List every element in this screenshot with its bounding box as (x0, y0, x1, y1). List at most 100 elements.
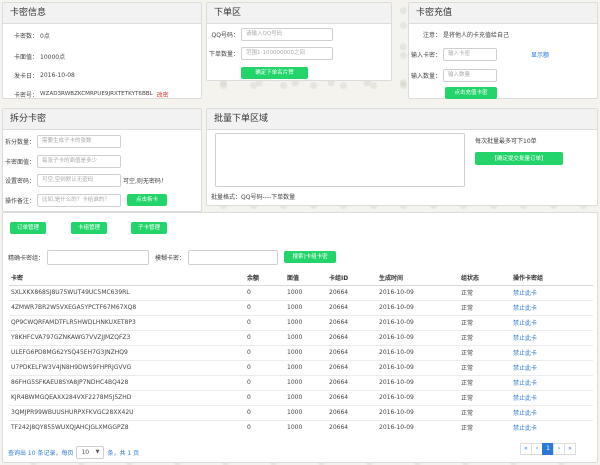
table-row: KJR4BWMGQEAXX284VXF2278M5J5ZHD 0 1000 20664… (9, 389, 593, 405)
cell-value: 1000 (285, 344, 327, 360)
cell-status: 正常 (459, 419, 511, 435)
cell-card-key: KJR4BWMGQEAXX284VXF2278M5J5ZHD (9, 389, 245, 405)
search-button[interactable]: 搜索]卡组卡密 (284, 251, 337, 263)
card-info-panel: 卡密信息 卡密数： 0点 卡面值： 10000点 发卡日： 2016-10-08… (2, 2, 202, 99)
cell-action[interactable]: 禁止此卡 (511, 344, 593, 360)
recharge-card-input[interactable] (443, 47, 497, 61)
cell-balance: 0 (245, 329, 285, 345)
cell-action[interactable]: 禁止此卡 (511, 359, 593, 375)
tab-order-manage[interactable]: 订单管理 (10, 222, 46, 234)
issue-date-value: 2016-10-08 (40, 71, 75, 79)
cell-group-id: 20664 (327, 374, 377, 390)
cell-card-key: ULEFG6PD8MG62YSQ45EH7G3JNZHQ9 (9, 344, 245, 360)
record-summary-suffix: 条，共 1 页 (107, 449, 140, 457)
recharge-title: 卡密充值 (409, 3, 597, 24)
change-password-link[interactable]: 改密 (157, 90, 169, 99)
table-row: 86FHG5SFKAEU8SYA8JP7NDHC4BQ428 0 1000 20664… (9, 374, 593, 390)
cell-action[interactable]: 禁止此卡 (511, 419, 593, 435)
cell-value: 1000 (285, 419, 327, 435)
recharge-panel: 卡密充值 注意： 是将他人的卡充值给自己 输入卡密： 显示额 输入数量： 点击充… (408, 2, 598, 99)
chevron-down-icon: ▼ (95, 449, 100, 455)
batch-order-textarea[interactable] (215, 133, 465, 187)
cell-value: 1000 (285, 389, 327, 405)
issue-date-label: 发卡日： (13, 72, 38, 80)
cell-action[interactable]: 禁止此卡 (511, 299, 593, 315)
cell-card-key: 3QMJPR99WBUUSHURPXFKVGC28XX42U (9, 404, 245, 420)
cell-status: 正常 (459, 284, 511, 300)
cell-group-id: 20664 (327, 389, 377, 405)
order-qty-input[interactable] (241, 46, 333, 60)
cell-status: 正常 (459, 374, 511, 390)
cell-action[interactable]: 禁止此卡 (511, 404, 593, 420)
cell-status: 正常 (459, 344, 511, 360)
cell-created: 2016-10-09 (377, 344, 459, 360)
split-count-input[interactable] (37, 134, 121, 148)
batch-panel: 批量下单区域 每次批量最多可下10单 【确定提交批量订单】 批量格式：QQ号码-… (206, 108, 598, 206)
cell-created: 2016-10-09 (377, 389, 459, 405)
cell-group-id: 20664 (327, 359, 377, 375)
table-row: U7PDKELFW3V4JN8H9DWS9FHPRJGVVG 0 1000 20664… (9, 359, 593, 375)
cell-group-id: 20664 (327, 314, 377, 330)
note-value: 是将他人的卡充值给自己 (443, 31, 510, 39)
table-row: QP9CWQRFAMDTFLR5HWDLHNKUXET8P3 0 1000 20664… (9, 314, 593, 330)
recharge-qty-label: 输入数量： (410, 72, 441, 80)
cell-action[interactable]: 禁止此卡 (511, 389, 593, 405)
cell-card-key: 4ZMWR7BR2W5VXEGA5YPCTF67M67XQ8 (9, 299, 245, 315)
cell-action[interactable]: 禁止此卡 (511, 314, 593, 330)
submit-order-button[interactable]: 确定下单名片赞 (241, 67, 308, 79)
table-row: Y8KHFCVA797GZNKAWG7VVZJJMZQFZ3 0 1000 20664… (9, 329, 593, 345)
show-balance-link[interactable]: 显示额 (531, 50, 549, 59)
card-face-label: 卡面值： (13, 53, 38, 61)
table-header-row: 卡密 余额 面值 卡组ID 生成时间 组状态 操作卡密组 (9, 270, 593, 286)
cell-balance: 0 (245, 299, 285, 315)
cell-card-key: 86FHG5SFKAEU8SYA8JP7NDHC4BQ428 (9, 374, 245, 390)
card-face-value: 10000点 (40, 53, 66, 61)
split-panel: 拆分卡密 拆分数量： 卡密面值： 设置密码： 可空,则无密码！ 操作备注： 点击… (2, 108, 202, 212)
table-row: TF242J8QY855WUXQJAHCJGLXMGGPZ8 0 1000 20664… (9, 419, 593, 435)
split-password-input[interactable] (37, 173, 121, 187)
cell-group-id: 20664 (327, 284, 377, 300)
cell-action[interactable]: 禁止此卡 (511, 329, 593, 345)
cell-balance: 0 (245, 404, 285, 420)
page-size-select[interactable]: 10 ▼ (76, 445, 105, 459)
management-panel: 订单管理 卡组管理 子卡管理 精确卡密组： 模糊卡密： 搜索]卡组卡密 卡密 余… (2, 212, 598, 463)
exact-search-input[interactable] (47, 249, 150, 265)
cell-balance: 0 (245, 374, 285, 390)
tab-group-manage[interactable]: 卡组管理 (71, 222, 107, 234)
cell-group-id: 20664 (327, 344, 377, 360)
tab-subcard-manage[interactable]: 子卡管理 (131, 222, 167, 234)
split-submit-button[interactable]: 点击拆卡 (127, 194, 167, 206)
cell-created: 2016-10-09 (377, 284, 459, 300)
batch-format: 批量格式：QQ号码----下单数量 (211, 194, 296, 201)
record-summary-prefix: 查询出 10 条记录，每页 (8, 449, 74, 457)
col-header-action: 操作卡密组 (511, 270, 593, 286)
qq-input[interactable] (241, 27, 333, 41)
exact-search-label: 精确卡密组： (8, 254, 45, 262)
col-header-card: 卡密 (9, 270, 245, 286)
cell-action[interactable]: 禁止此卡 (511, 284, 593, 300)
cell-balance: 0 (245, 344, 285, 360)
cell-balance: 0 (245, 359, 285, 375)
card-info-title: 卡密信息 (3, 3, 201, 24)
cell-status: 正常 (459, 359, 511, 375)
split-remark-input[interactable] (37, 193, 121, 207)
recharge-qty-input[interactable] (443, 68, 497, 82)
qq-label: QQ号码： (211, 31, 239, 39)
cell-group-id: 20664 (327, 299, 377, 315)
recharge-submit-button[interactable]: 点击充值卡密 (445, 87, 497, 99)
split-value-input[interactable] (37, 154, 121, 168)
cell-action[interactable]: 禁止此卡 (511, 374, 593, 390)
cell-card-key: SXLXKX868SJ8U75WUT49UC5MC639RL (9, 284, 245, 300)
cell-group-id: 20664 (327, 404, 377, 420)
split-value-label: 卡密面值： (4, 158, 35, 166)
fuzzy-search-input[interactable] (188, 249, 279, 265)
card-key-label: 卡密号： (13, 91, 38, 99)
split-password-label: 设置密码： (4, 177, 35, 185)
batch-submit-button[interactable]: 【确定提交批量订单】 (475, 152, 563, 165)
page-last[interactable]: » (564, 443, 576, 455)
col-header-status: 组状态 (459, 270, 511, 286)
cell-status: 正常 (459, 389, 511, 405)
cell-card-key: QP9CWQRFAMDTFLR5HWDLHNKUXET8P3 (9, 314, 245, 330)
order-qty-label: 下单数量： (208, 50, 239, 58)
cell-created: 2016-10-09 (377, 299, 459, 315)
